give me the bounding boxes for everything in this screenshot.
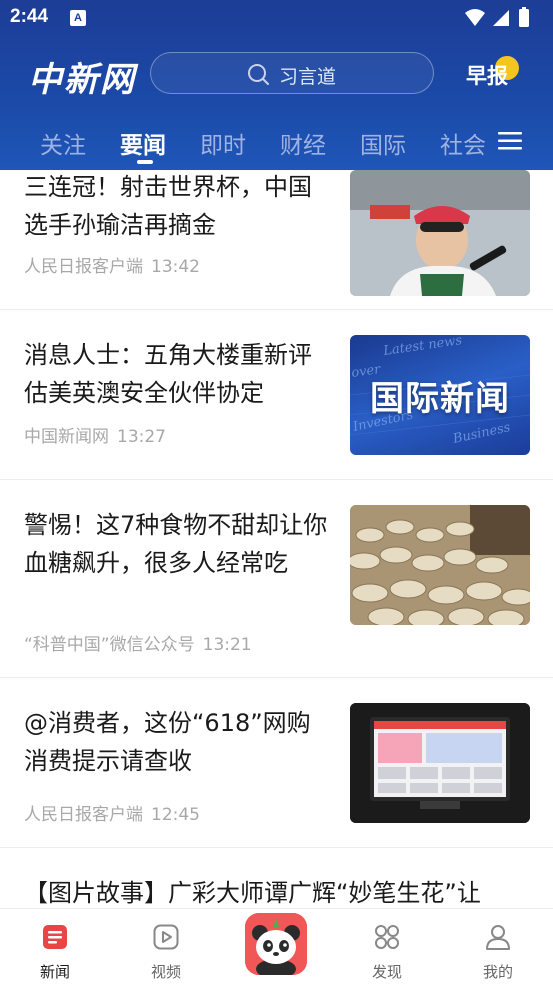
thumb-word: Business (451, 420, 512, 447)
news-thumbnail (350, 505, 530, 625)
tab-headlines[interactable]: 要闻 (120, 126, 166, 160)
system-status-icons (465, 7, 529, 27)
video-icon (153, 924, 179, 950)
thumb-label: 国际新闻 (370, 379, 510, 419)
news-meta: 人民日报客户端 12:45 (24, 800, 200, 825)
news-meta: 中国新闻网 13:27 (24, 422, 166, 447)
news-title: 三连冠！射击世界杯，中国选手孙瑜洁再摘金 (24, 173, 312, 239)
news-title: @消费者，这份“618”网购消费提示请查收 (24, 709, 311, 775)
nav-profile[interactable]: 我的 (458, 909, 538, 984)
menu-icon[interactable] (498, 131, 522, 151)
morning-report-button[interactable]: 早报 (466, 60, 508, 90)
app-header: 2:44 A 中新网 习言道 早报 关注 要闻 即时 财经 国际 社会 (0, 0, 553, 170)
tab-finance[interactable]: 财经 (280, 126, 326, 160)
news-time: 13:27 (117, 427, 166, 447)
search-placeholder: 习言道 (279, 66, 337, 88)
news-feed[interactable]: 三连冠！射击世界杯，中国选手孙瑜洁再摘金 人民日报客户端 13:42 消息人士：五… (0, 170, 553, 908)
news-source: 中国新闻网 (24, 427, 109, 447)
news-item[interactable]: @消费者，这份“618”网购消费提示请查收 人民日报客户端 12:45 (0, 678, 553, 848)
battery-icon (519, 7, 529, 27)
news-time: 13:42 (151, 257, 200, 277)
news-title: 警惕！这7种食物不甜却让你血糖飙升，很多人经常吃 (24, 511, 328, 577)
news-time: 12:45 (151, 805, 200, 825)
nav-news[interactable]: 新闻 (15, 909, 95, 984)
channel-tabs: 关注 要闻 即时 财经 国际 社会 (0, 118, 553, 168)
news-source: 人民日报客户端 (24, 257, 143, 277)
active-tab-indicator (137, 160, 153, 164)
news-thumbnail: Latest news Investors Business over 国际新闻 (350, 335, 530, 455)
shopping-screen-photo (350, 703, 530, 823)
wifi-icon (465, 9, 485, 26)
search-bar[interactable]: 习言道 (150, 52, 434, 94)
nav-label: 我的 (482, 963, 513, 981)
tab-realtime[interactable]: 即时 (200, 126, 246, 160)
news-item[interactable]: 警惕！这7种食物不甜却让你血糖飙升，很多人经常吃 “科普中国”微信公众号 13:2… (0, 480, 553, 678)
news-source: “科普中国”微信公众号 (24, 635, 195, 655)
status-time: 2:44 (10, 6, 49, 27)
nav-label: 视频 (150, 963, 181, 981)
news-thumbnail (350, 703, 530, 823)
tab-society[interactable]: 社会 (440, 126, 486, 160)
news-thumbnail (350, 170, 530, 296)
panda-mascot (245, 913, 307, 975)
news-title: 【图片故事】广彩大师谭广辉“妙笔生花”让 (24, 879, 481, 907)
search-icon (248, 64, 269, 85)
tab-international[interactable]: 国际 (360, 126, 406, 160)
news-source: 人民日报客户端 (24, 805, 143, 825)
news-item[interactable]: 三连冠！射击世界杯，中国选手孙瑜洁再摘金 人民日报客户端 13:42 (0, 170, 553, 310)
news-item[interactable]: 【图片故事】广彩大师谭广辉“妙笔生花”让 (0, 848, 553, 908)
nav-video[interactable]: 视频 (126, 909, 206, 984)
tab-follow[interactable]: 关注 (40, 126, 86, 160)
discover-icon (375, 925, 399, 949)
status-bar: 2:44 A (0, 0, 553, 38)
signal-icon (493, 10, 509, 26)
nav-label: 发现 (371, 963, 402, 981)
nav-discover[interactable]: 发现 (347, 909, 427, 984)
thumb-word: Latest news (381, 335, 463, 359)
notification-icon: A (70, 10, 86, 26)
news-time: 13:21 (202, 635, 252, 655)
shooter-photo (350, 170, 530, 296)
news-meta: 人民日报客户端 13:42 (24, 252, 200, 277)
news-icon (43, 925, 67, 949)
panda-icon[interactable] (245, 913, 307, 975)
melon-seeds-photo (350, 505, 530, 625)
profile-icon (486, 925, 510, 950)
news-item[interactable]: 消息人士：五角大楼重新评估美英澳安全伙伴协定 中国新闻网 13:27 Latest… (0, 310, 553, 480)
app-logo[interactable]: 中新网 (28, 52, 136, 101)
morning-report-label: 早报 (466, 64, 508, 88)
news-title: 消息人士：五角大楼重新评估美英澳安全伙伴协定 (24, 341, 312, 407)
bottom-navigation: 新闻 视频 发现 我的 (0, 908, 553, 984)
news-meta: “科普中国”微信公众号 13:21 (24, 630, 252, 655)
nav-label: 新闻 (39, 963, 70, 981)
